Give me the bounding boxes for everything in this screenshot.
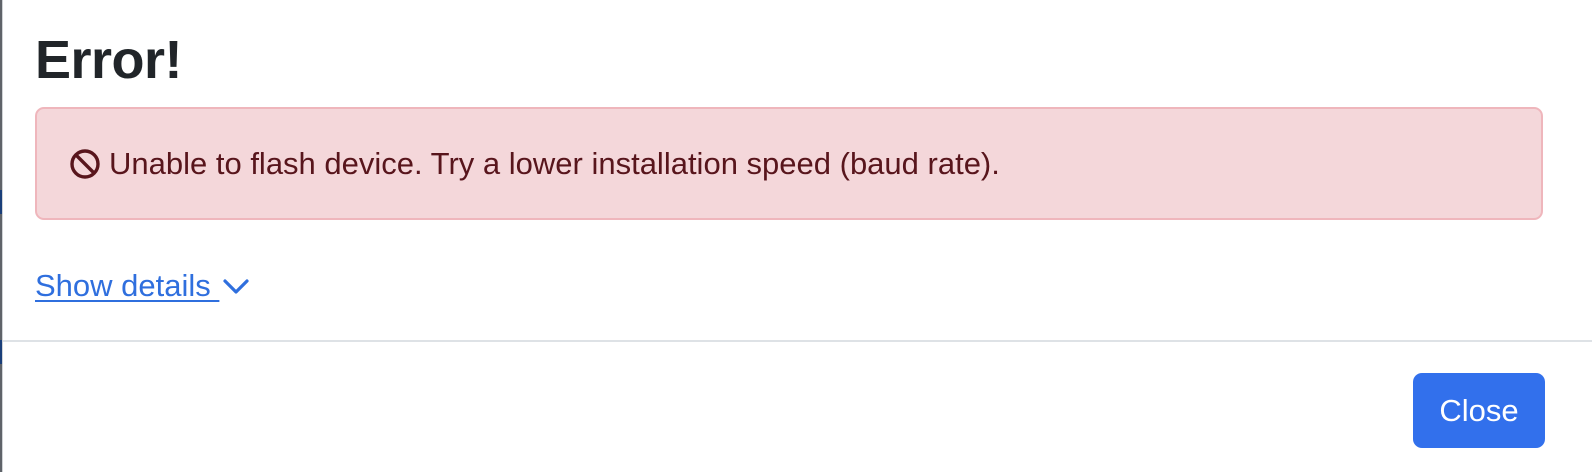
error-dialog: Error! Unable to flash device. Try a low… bbox=[2, 0, 1592, 472]
prohibited-icon bbox=[69, 148, 101, 180]
error-alert: Unable to flash device. Try a lower inst… bbox=[35, 107, 1543, 220]
error-message: Unable to flash device. Try a lower inst… bbox=[109, 145, 1000, 181]
chevron-down-icon bbox=[221, 271, 251, 301]
dialog-body: Error! Unable to flash device. Try a low… bbox=[3, 0, 1592, 342]
show-details-toggle[interactable]: Show details bbox=[35, 266, 251, 306]
show-details-label: Show details bbox=[35, 268, 220, 303]
dialog-title: Error! bbox=[35, 30, 183, 90]
close-button[interactable]: Close bbox=[1413, 373, 1545, 448]
dialog-footer: Close bbox=[3, 342, 1592, 472]
